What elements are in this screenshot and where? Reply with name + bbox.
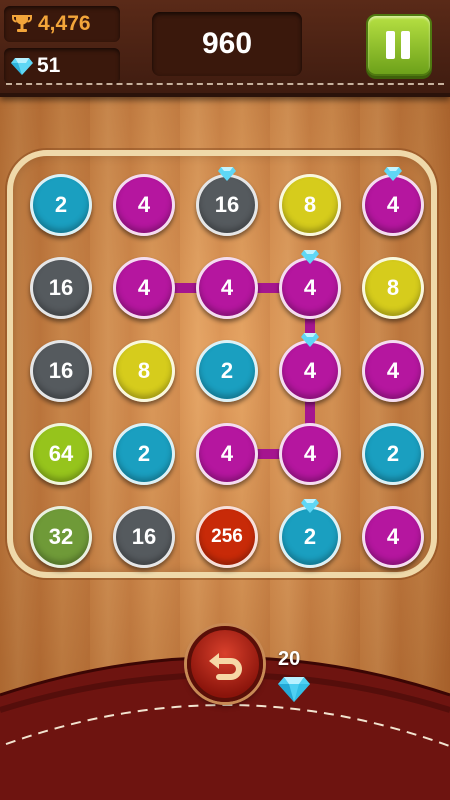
top-bar: 4,476 51 960 — [0, 0, 450, 97]
tile-value: 16 — [214, 192, 240, 217]
tile-value: 2 — [303, 524, 317, 549]
diamond-icon — [301, 333, 319, 347]
number-tile[interactable]: 4 — [196, 257, 258, 319]
number-tile[interactable]: 4 — [362, 340, 424, 402]
number-tile[interactable]: 4 — [196, 423, 258, 485]
tile-value: 4 — [386, 192, 400, 217]
current-score: 960 — [152, 12, 302, 76]
number-tile[interactable]: 4 — [362, 167, 424, 236]
pause-icon — [386, 31, 395, 59]
best-score-display: 4,476 — [4, 6, 120, 42]
number-tile[interactable]: 64 — [30, 423, 92, 485]
undo-arrow-icon — [209, 653, 242, 680]
number-tile[interactable]: 2 — [196, 340, 258, 402]
tile-value: 16 — [48, 358, 74, 383]
number-tile[interactable]: 16 — [30, 340, 92, 402]
pause-button[interactable] — [366, 14, 432, 76]
tile-value: 2 — [386, 441, 400, 466]
tile-value: 8 — [386, 275, 400, 300]
tile-value: 8 — [303, 192, 317, 217]
number-tile[interactable]: 4 — [113, 257, 175, 319]
number-tile[interactable]: 8 — [113, 340, 175, 402]
tile-value: 4 — [137, 275, 151, 300]
number-tile[interactable]: 32 — [30, 506, 92, 568]
tile-value: 2 — [54, 192, 68, 217]
number-tile[interactable]: 4 — [279, 250, 341, 319]
diamond-icon — [278, 677, 310, 702]
number-tile[interactable]: 4 — [113, 174, 175, 236]
number-tile[interactable]: 4 — [362, 506, 424, 568]
number-tile[interactable]: 16 — [196, 167, 258, 236]
tile-value: 32 — [48, 524, 74, 549]
tile-value: 256 — [211, 526, 243, 547]
trophy-icon — [12, 15, 32, 32]
undo-button[interactable] — [187, 626, 263, 702]
number-tile[interactable]: 2 — [279, 499, 341, 568]
tile-value: 16 — [48, 275, 74, 300]
number-tile[interactable]: 2 — [30, 174, 92, 236]
number-tile[interactable]: 16 — [30, 257, 92, 319]
number-tile[interactable]: 2 — [113, 423, 175, 485]
number-tile[interactable]: 2 — [362, 423, 424, 485]
gem-count-value: 51 — [37, 54, 61, 77]
tile-value: 4 — [137, 192, 151, 217]
tile-value: 16 — [131, 524, 157, 549]
tile-value: 4 — [303, 358, 317, 383]
tile-value: 4 — [303, 275, 317, 300]
diamond-icon — [301, 250, 319, 264]
tile-value: 2 — [220, 358, 234, 383]
diamond-icon — [384, 167, 402, 181]
tile-value: 4 — [220, 275, 234, 300]
number-tile[interactable]: 8 — [279, 174, 341, 236]
tile-value: 64 — [48, 441, 74, 466]
tile-value: 4 — [386, 358, 400, 383]
tile-value: 2 — [137, 441, 151, 466]
number-tile[interactable]: 16 — [113, 506, 175, 568]
tile-value: 4 — [303, 441, 317, 466]
diamond-icon — [11, 58, 33, 75]
number-tile[interactable]: 256 — [196, 506, 258, 568]
tile-value: 4 — [386, 524, 400, 549]
gem-count-display: 51 — [4, 48, 120, 84]
number-tile[interactable]: 8 — [362, 257, 424, 319]
diamond-icon — [301, 499, 319, 513]
number-tile[interactable]: 4 — [279, 333, 341, 402]
diamond-icon — [218, 167, 236, 181]
best-score-value: 4,476 — [38, 12, 91, 35]
tile-value: 4 — [220, 441, 234, 466]
tile-value: 8 — [137, 358, 151, 383]
undo-cost-value: 20 — [278, 648, 301, 670]
number-tile[interactable]: 4 — [279, 423, 341, 485]
